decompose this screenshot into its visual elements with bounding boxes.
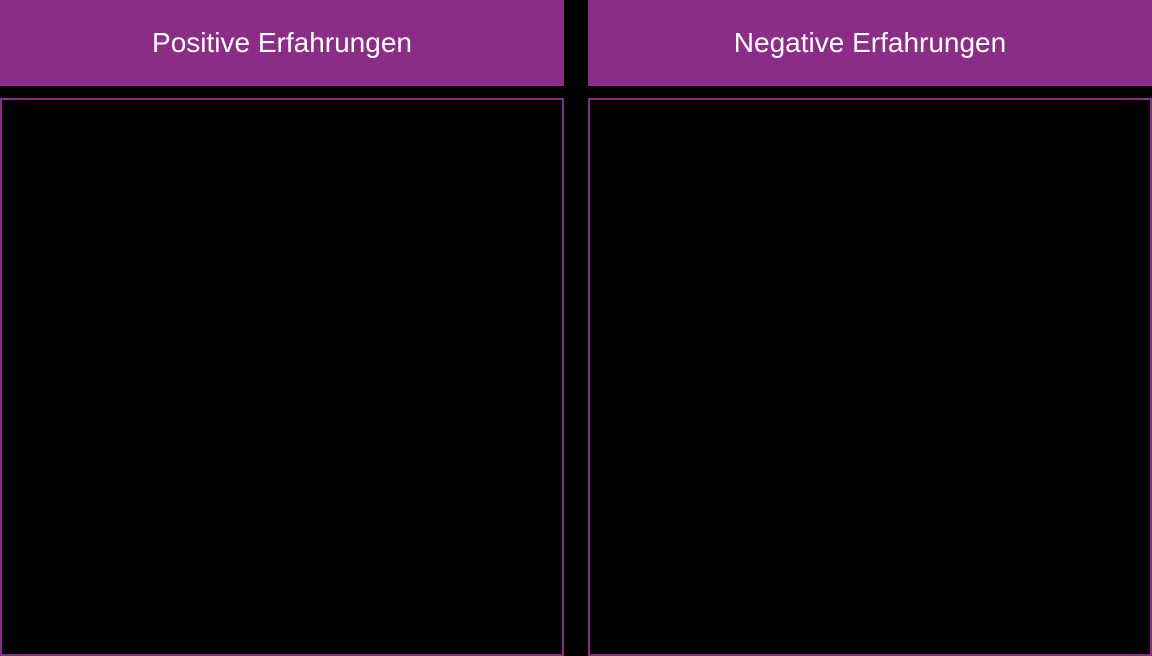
negative-column: Negative Erfahrungen — [588, 0, 1152, 656]
positive-column: Positive Erfahrungen — [0, 0, 564, 656]
positive-header-label: Positive Erfahrungen — [152, 27, 412, 59]
negative-header-label: Negative Erfahrungen — [734, 27, 1006, 59]
positive-header: Positive Erfahrungen — [0, 0, 564, 86]
negative-header: Negative Erfahrungen — [588, 0, 1152, 86]
negative-content-box — [588, 98, 1152, 656]
positive-content-box — [0, 98, 564, 656]
